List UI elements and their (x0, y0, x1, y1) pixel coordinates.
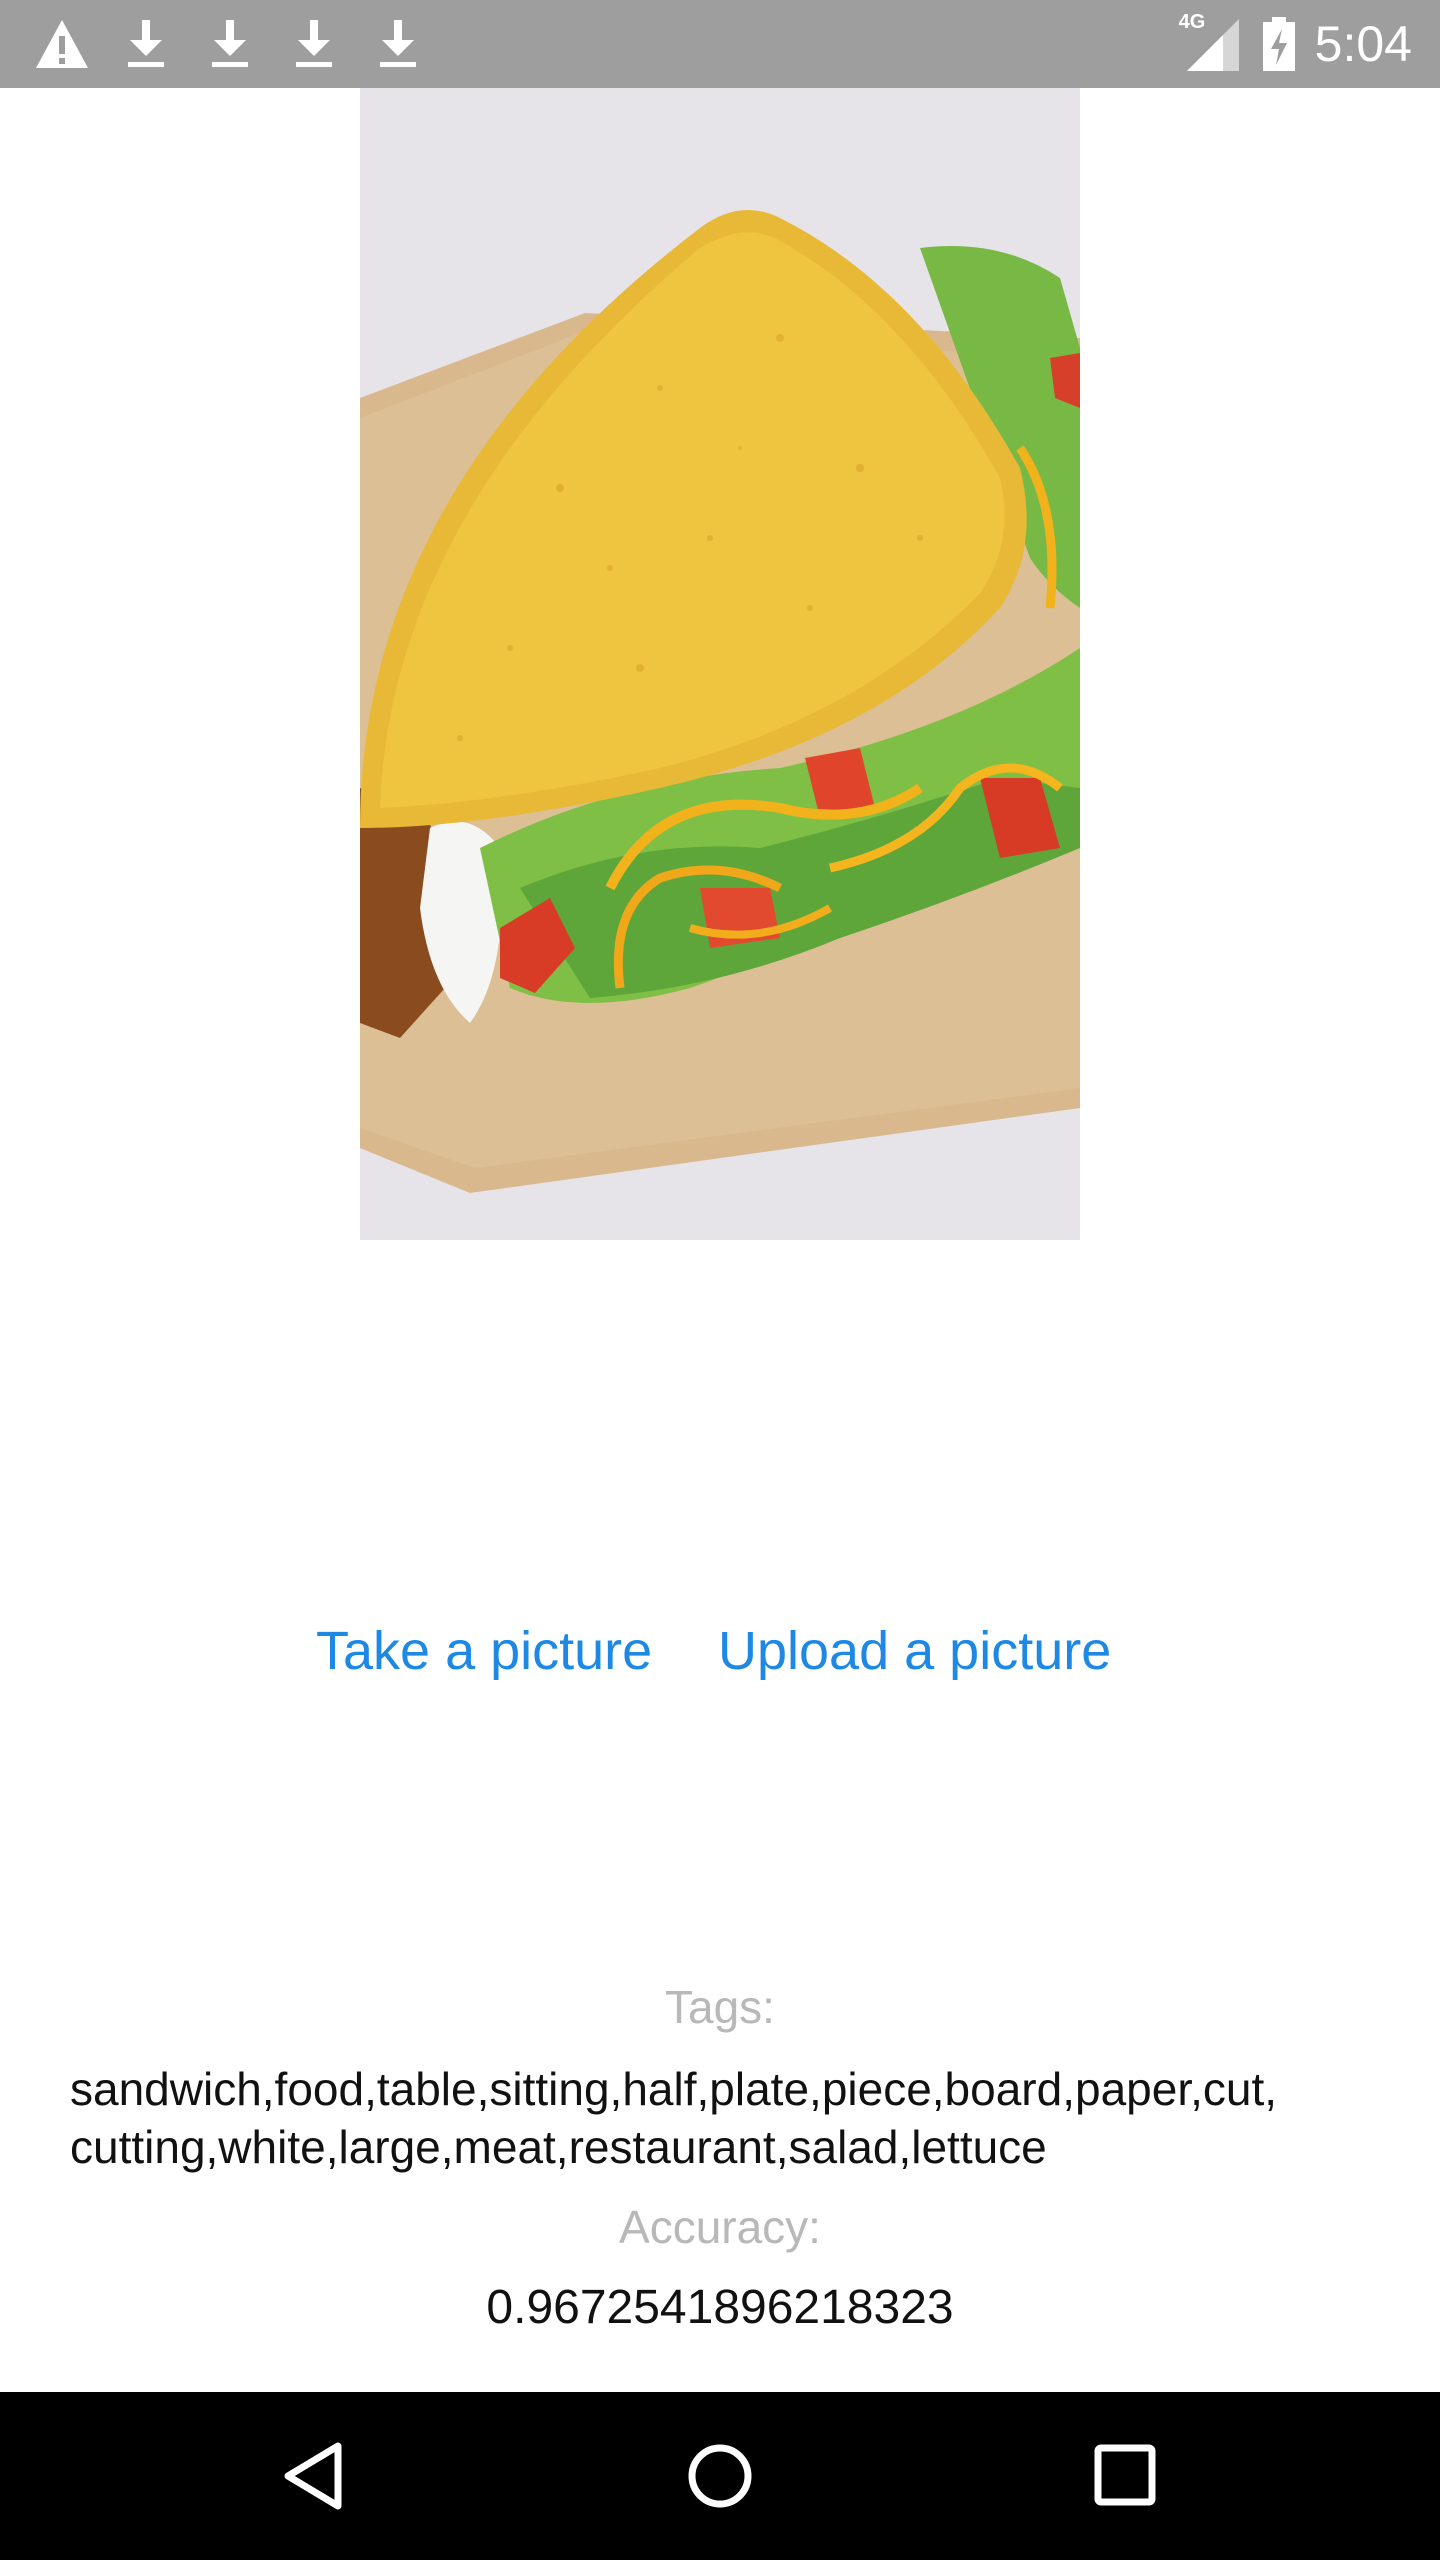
accuracy-label: Accuracy: (619, 2201, 821, 2253)
notification-icons (30, 12, 450, 76)
tags-value: sandwich,food,table,sitting,half,plate,p… (70, 2060, 1390, 2176)
download-icon (282, 12, 346, 76)
navigation-bar (0, 2392, 1440, 2560)
download-icon (366, 12, 430, 76)
clock: 5:04 (1314, 16, 1412, 72)
accuracy-value: 0.9672541896218323 (486, 2281, 954, 2334)
battery-charging-icon (1261, 15, 1297, 73)
warning-icon (30, 12, 94, 76)
download-icon (114, 12, 178, 76)
signal-icon: 4G (1179, 11, 1241, 73)
network-type-label: 4G (1178, 11, 1206, 33)
status-bar: 4G 5:04 (0, 0, 1440, 88)
take-picture-button[interactable]: Take a picture (316, 1620, 652, 1682)
back-icon[interactable] (276, 2436, 356, 2516)
download-icon (198, 12, 262, 76)
home-icon[interactable] (680, 2436, 760, 2516)
system-icons: 4G 5:04 (1179, 0, 1412, 88)
tags-label: Tags: (665, 1981, 775, 2033)
selected-photo (360, 88, 1080, 1240)
tags-text: sandwich,food,table,sitting,half,plate,p… (70, 2063, 1278, 2173)
recent-apps-icon[interactable] (1086, 2436, 1166, 2516)
action-buttons: Take a picture Upload a picture (0, 1620, 1440, 1700)
upload-picture-button[interactable]: Upload a picture (718, 1620, 1111, 1682)
